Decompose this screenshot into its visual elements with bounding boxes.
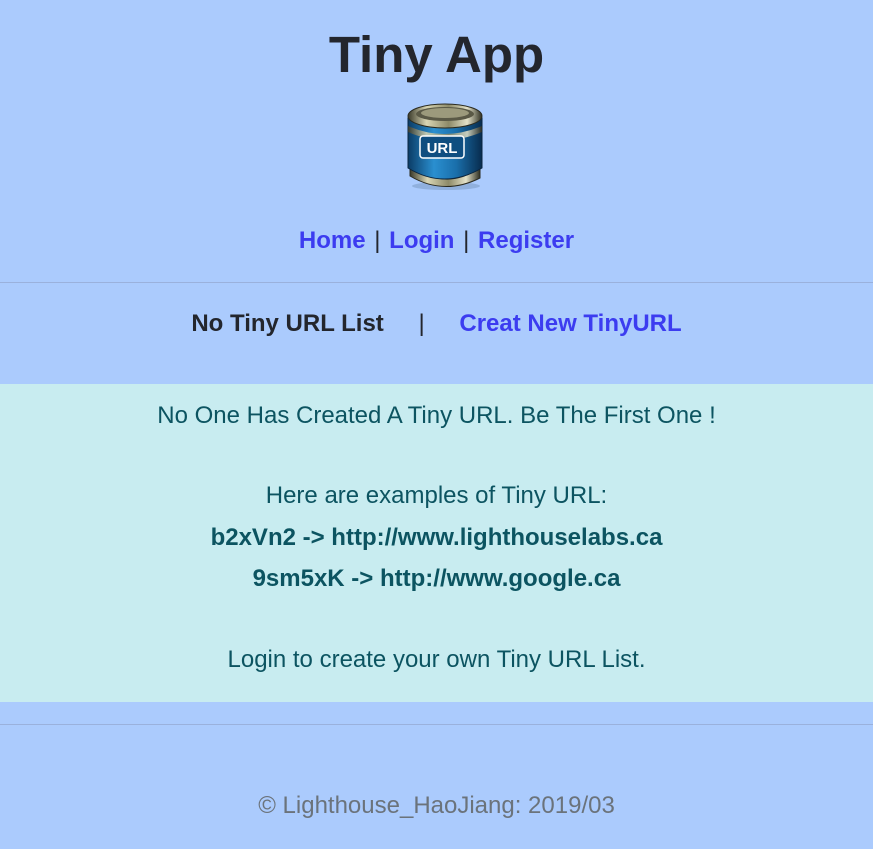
current-page-label: No Tiny URL List — [191, 310, 384, 337]
examples-intro: Here are examples of Tiny URL: — [265, 482, 608, 509]
example-item: b2xVn2 -> http://www.lighthouselabs.ca — [210, 524, 663, 551]
example-item: 9sm5xK -> http://www.google.ca — [252, 565, 621, 592]
empty-state-panel: No One Has Created A Tiny URL. Be The Fi… — [0, 384, 873, 702]
main-nav: Home | Login | Register — [0, 226, 873, 256]
nav-register-link[interactable]: Register — [478, 227, 574, 254]
login-prompt: Login to create your own Tiny URL List. — [227, 646, 646, 673]
logo-text: URL — [427, 140, 458, 157]
footer-divider — [0, 724, 873, 725]
footer-copyright: © Lighthouse_HaoJiang: 2019/03 — [258, 792, 615, 819]
empty-message: No One Has Created A Tiny URL. Be The Fi… — [157, 402, 716, 429]
nav-separator: | — [374, 227, 381, 254]
sub-nav: No Tiny URL List | Creat New TinyURL — [0, 309, 873, 339]
nav-separator: | — [463, 227, 470, 254]
page-header: Tiny App URL Home | Login | Register — [0, 0, 873, 282]
create-tinyurl-link[interactable]: Creat New TinyURL — [459, 310, 681, 337]
url-can-icon: URL — [407, 103, 483, 190]
subnav-separator: | — [418, 310, 425, 337]
nav-login-link[interactable]: Login — [389, 227, 454, 254]
app-title: Tiny App — [328, 26, 545, 83]
header-divider — [0, 282, 873, 283]
nav-home-link[interactable]: Home — [299, 227, 366, 254]
